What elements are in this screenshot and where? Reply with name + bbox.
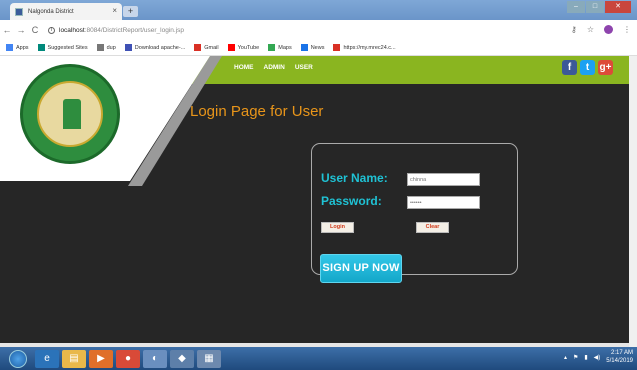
clock-time: 2:17 AM <box>610 350 633 356</box>
bookmark-item[interactable]: Gmail <box>194 44 219 51</box>
username-field[interactable] <box>407 173 480 186</box>
network-icon[interactable]: ▮ <box>584 354 587 361</box>
maps-icon <box>268 44 276 51</box>
url-host: localhost <box>59 26 85 34</box>
menu-home[interactable]: HOME <box>234 64 254 71</box>
bookmark-label: News <box>310 44 325 51</box>
back-icon[interactable]: ← <box>0 25 14 35</box>
menu-user[interactable]: USER <box>295 64 313 71</box>
news-icon <box>300 44 308 51</box>
bing-icon <box>37 44 45 51</box>
netbeans-icon[interactable]: ◆ <box>170 349 194 368</box>
system-tray: ▴ ⚑ ▮ ◀) 2:17 AM 5/14/2019 <box>564 349 633 365</box>
tray-arrow-icon[interactable]: ▴ <box>564 354 567 361</box>
media-player-icon[interactable]: ▶ <box>89 349 113 368</box>
browser-tab-bar: Nalgonda District × + – □ ✕ <box>0 0 637 20</box>
new-tab-button[interactable]: + <box>123 6 138 17</box>
bookmark-label: Suggested Sites <box>47 44 88 51</box>
vertical-scrollbar[interactable] <box>629 56 637 347</box>
browser-tab[interactable]: Nalgonda District × <box>10 3 122 20</box>
profile-avatar[interactable] <box>604 25 613 34</box>
bookmark-item[interactable]: News <box>300 44 325 51</box>
bookmark-label: YouTube <box>237 44 260 51</box>
youtube-icon <box>227 44 235 51</box>
ie-icon[interactable]: e <box>35 349 59 368</box>
apps-icon <box>6 44 13 51</box>
reload-icon[interactable]: C <box>28 25 42 35</box>
volume-icon[interactable]: ◀) <box>594 354 601 361</box>
bookmarks-bar: Apps Suggested Sites dup Download apache-..… <box>0 40 637 56</box>
browser-actions: ⚷ ☆ ⋮ <box>571 25 631 34</box>
favicon-icon <box>15 7 23 16</box>
menu-admin[interactable]: ADMIN <box>264 64 285 71</box>
bookmark-item[interactable]: dup <box>96 44 116 51</box>
bookmark-item[interactable]: YouTube <box>227 44 260 51</box>
bookmark-label: Gmail <box>204 44 219 51</box>
telangana-seal-logo <box>20 64 120 164</box>
eclipse-icon[interactable]: ◐ <box>143 349 167 368</box>
download-icon <box>124 44 132 51</box>
url-path: :8084/DistrictReport/user_login.jsp <box>84 26 185 34</box>
forward-icon[interactable]: → <box>14 25 28 35</box>
notepad-icon[interactable]: ▦ <box>197 349 221 368</box>
social-links: f t g+ <box>562 60 613 75</box>
tab-close-icon[interactable]: × <box>112 6 117 15</box>
clock-date: 5/14/2019 <box>606 358 633 364</box>
windows-taskbar: e ▤ ▶ ● ◐ ◆ ▦ ▴ ⚑ ▮ ◀) 2:17 AM 5/14/2019 <box>0 347 637 370</box>
maximize-icon[interactable]: □ <box>586 1 604 13</box>
menu-dots-icon[interactable]: ⋮ <box>623 25 631 34</box>
close-window-icon[interactable]: ✕ <box>605 1 631 13</box>
page-title: Login Page for User <box>190 103 324 120</box>
key-icon[interactable]: ⚷ <box>571 25 577 34</box>
sign-up-button[interactable]: SIGN UP NOW <box>320 254 402 283</box>
star-icon[interactable]: ☆ <box>587 25 594 34</box>
taskbar-clock[interactable]: 2:17 AM 5/14/2019 <box>606 349 633 365</box>
login-button[interactable]: Login <box>321 222 354 233</box>
bookmark-item[interactable]: Suggested Sites <box>37 44 88 51</box>
page-icon <box>96 44 104 51</box>
page-content: HOME ADMIN USER f t g+ Login Page for Us… <box>0 56 629 343</box>
bookmark-item[interactable]: https://my.mrec24.c... <box>333 44 396 51</box>
bookmark-item[interactable]: Apps <box>6 44 29 51</box>
username-label: User Name: <box>321 171 388 185</box>
main-menu: HOME ADMIN USER <box>234 64 313 71</box>
bookmark-label: dup <box>106 44 116 51</box>
bookmark-item[interactable]: Maps <box>268 44 292 51</box>
flag-icon[interactable]: ⚑ <box>573 354 578 361</box>
gmail-icon <box>333 44 341 51</box>
browser-nav-bar: ← → C i localhost:8084/DistrictReport/us… <box>0 20 637 40</box>
address-bar[interactable]: i localhost:8084/DistrictReport/user_log… <box>48 26 185 34</box>
bookmark-label: Download apache-... <box>134 44 186 51</box>
window-controls: – □ ✕ <box>566 1 631 13</box>
file-explorer-icon[interactable]: ▤ <box>62 349 86 368</box>
info-icon[interactable]: i <box>48 26 55 34</box>
bookmark-item[interactable]: Download apache-... <box>124 44 186 51</box>
google-plus-icon[interactable]: g+ <box>598 60 613 75</box>
bookmark-label: Maps <box>278 44 292 51</box>
password-field[interactable] <box>407 196 480 209</box>
password-label: Password: <box>321 194 382 208</box>
bookmark-label: https://my.mrec24.c... <box>343 44 396 51</box>
gmail-icon <box>194 44 202 51</box>
clear-button[interactable]: Clear <box>416 222 449 233</box>
twitter-icon[interactable]: t <box>580 60 595 75</box>
charminar-icon <box>63 99 81 129</box>
bookmark-label: Apps <box>16 44 29 51</box>
chrome-icon[interactable]: ● <box>116 349 140 368</box>
start-button[interactable] <box>9 349 27 368</box>
minimize-icon[interactable]: – <box>567 1 585 13</box>
tab-title: Nalgonda District <box>28 8 74 15</box>
facebook-icon[interactable]: f <box>562 60 577 75</box>
